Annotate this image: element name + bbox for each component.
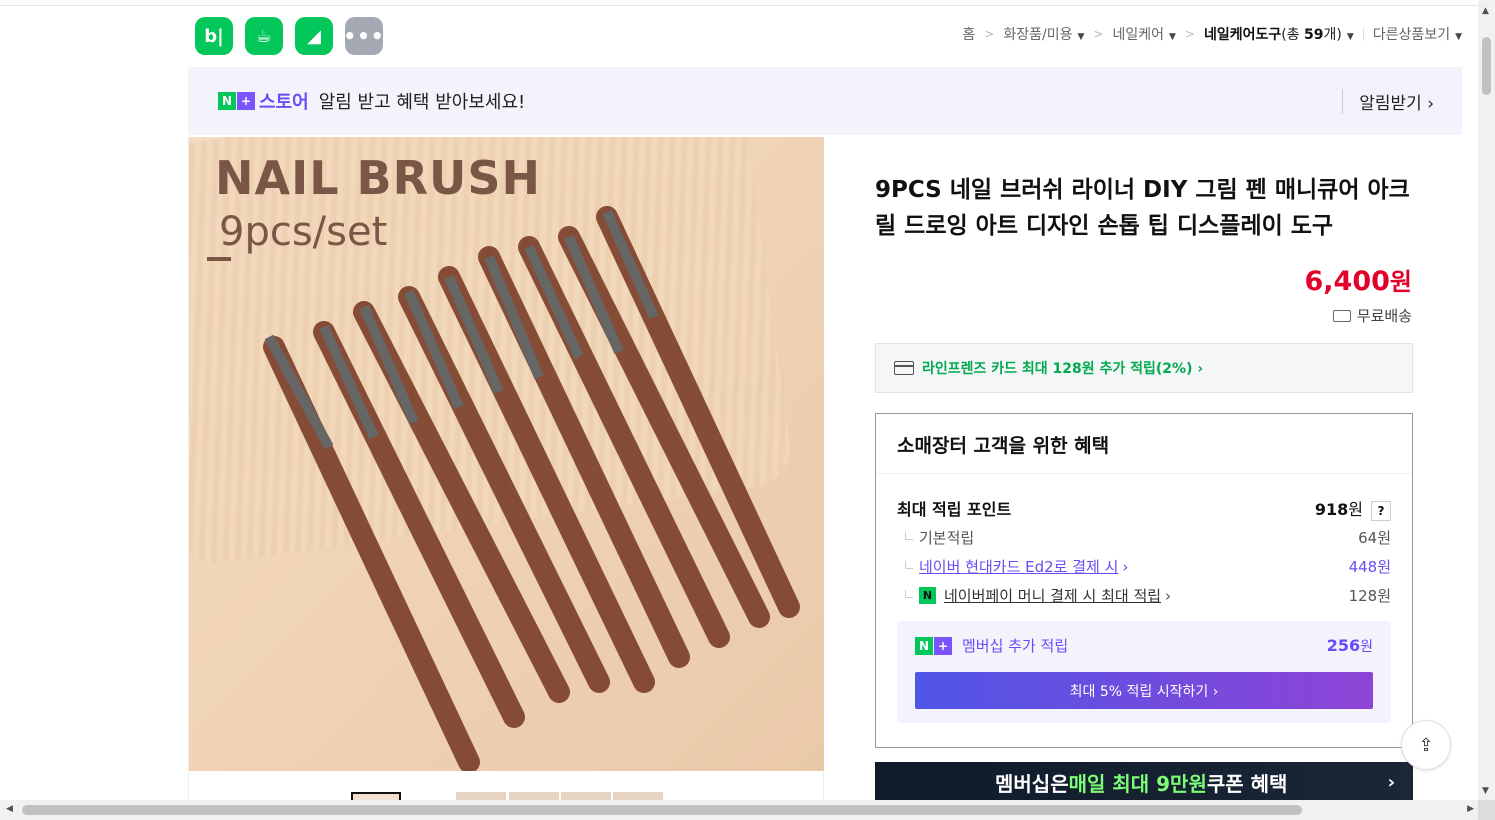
membership-label: 멤버십 추가 적립: [962, 637, 1069, 655]
scroll-left-icon[interactable]: ◀: [6, 804, 13, 814]
tree-branch-icon: [905, 531, 913, 540]
page: b| ☕ ◢ ••• 홈 > 화장품/미용 ▼ > 네일케어 ▼ > 네일케어도구(…: [0, 0, 1495, 820]
vertical-scrollbar[interactable]: ▲ ▼: [1478, 0, 1495, 800]
banner-text: 알림 받고 혜택 받아보세요!: [318, 92, 526, 113]
notification-banner: N + 스토어 알림 받고 혜택 받아보세요! 알림받기 ›: [188, 67, 1462, 135]
scrollbar-corner: [1478, 800, 1495, 820]
credit-card-icon: [894, 361, 914, 375]
more-icon[interactable]: •••: [343, 17, 384, 55]
product-price: 6,400원: [1304, 266, 1413, 297]
breadcrumb: 홈 > 화장품/미용 ▼ > 네일케어 ▼ > 네일케어도구(총 59개) ▼ 다른상…: [962, 24, 1462, 44]
scrollbar-thumb[interactable]: [22, 805, 1302, 815]
breadcrumb-category-2[interactable]: 네일케어 ▼: [1112, 24, 1175, 44]
chevron-right-icon: >: [984, 27, 995, 41]
product-title: 9PCS 네일 브러쉬 라이너 DIY 그림 펜 매니큐어 아크릴 드로잉 아트…: [875, 177, 1410, 239]
scroll-right-icon[interactable]: ▶: [1467, 804, 1474, 814]
brush-set: [263, 206, 800, 771]
card-promo-text: 라인프렌즈 카드 최대 128원 추가 적립(2%) ›: [922, 361, 1204, 377]
nplus-logo-icon: N +: [915, 636, 952, 655]
max-points-row: 최대 적립 포인트 918원?: [897, 496, 1391, 521]
chevron-right-icon: >: [1184, 27, 1195, 41]
breadcrumb-category-3[interactable]: 네일케어도구(총 59개) ▼: [1204, 24, 1354, 44]
caret-down-icon: ▼: [1455, 32, 1462, 42]
points-row: N 네이버페이 머니 결제 시 최대 적립 › 128원: [897, 585, 1391, 606]
thumbnail-strip: [188, 771, 824, 801]
membership-promo-banner[interactable]: 멤버십은 매일 최대 9만원 쿠폰 혜택 ›: [875, 762, 1413, 802]
share-icon: ⇪: [1418, 734, 1434, 756]
shipping-info: 무료배송: [1332, 305, 1412, 326]
shipping-text: 무료배송: [1356, 307, 1412, 325]
caret-down-icon: ▼: [1346, 32, 1354, 42]
blog-icon[interactable]: b|: [195, 17, 233, 55]
max-points-label: 최대 적립 포인트: [897, 500, 1012, 519]
points-row-value: 64원: [1358, 529, 1391, 547]
scroll-down-icon[interactable]: ▼: [1482, 786, 1489, 796]
points-row-value: 448원: [1348, 558, 1391, 576]
share-button[interactable]: ⇪: [1401, 720, 1451, 770]
chevron-right-icon: ›: [1165, 586, 1172, 605]
tree-branch-icon: [905, 560, 913, 569]
naverpay-link[interactable]: 네이버페이 머니 결제 시 최대 적립: [944, 585, 1161, 606]
chevron-right-icon: ›: [1122, 557, 1129, 576]
chevron-right-icon: ›: [1387, 771, 1395, 793]
points-row: 기본적립 64원: [897, 527, 1391, 548]
membership-box: N + 멤버십 추가 적립 256원 최대 5% 적립 시작하기 ›: [897, 621, 1391, 723]
breadcrumb-home[interactable]: 홈: [962, 24, 975, 44]
shopping-bookmark-icon[interactable]: ◢: [295, 17, 333, 55]
divider: [1362, 27, 1364, 41]
membership-value: 256원: [1326, 635, 1373, 655]
cafe-icon[interactable]: ☕: [245, 17, 283, 55]
product-image[interactable]: NAIL BRUSH 9pcs/set: [188, 137, 824, 771]
truck-icon: [1332, 309, 1351, 322]
caret-down-icon: ▼: [1168, 32, 1176, 42]
max-points-value: 918원?: [1315, 496, 1391, 521]
breadcrumb-category-1[interactable]: 화장품/미용 ▼: [1003, 24, 1084, 44]
membership-start-button[interactable]: 최대 5% 적립 시작하기 ›: [915, 672, 1373, 709]
caret-down-icon: ▼: [1077, 32, 1085, 42]
horizontal-scrollbar[interactable]: ◀ ▶: [0, 800, 1480, 820]
help-icon[interactable]: ?: [1371, 501, 1391, 521]
subscribe-alert-button[interactable]: 알림받기 ›: [1342, 89, 1434, 114]
chevron-right-icon: >: [1093, 27, 1104, 41]
naverpay-icon: N: [919, 587, 936, 604]
scrollbar-thumb[interactable]: [1482, 37, 1491, 95]
card-promo-box[interactable]: 라인프렌즈 카드 최대 128원 추가 적립(2%) ›: [875, 343, 1413, 393]
tree-branch-icon: [905, 589, 913, 598]
other-products-button[interactable]: 다른상품보기 ▼: [1373, 24, 1462, 44]
top-divider: [0, 5, 1480, 6]
store-logo-text: 스토어: [259, 92, 309, 113]
benefit-heading: 소매장터 고객을 위한 혜택: [876, 414, 1412, 474]
points-row-value: 128원: [1348, 587, 1391, 605]
hyundai-card-link[interactable]: 네이버 현대카드 Ed2로 결제 시: [919, 556, 1118, 577]
points-row: 네이버 현대카드 Ed2로 결제 시 › 448원: [897, 556, 1391, 577]
app-shortcuts: b| ☕ ◢ •••: [195, 17, 384, 55]
scroll-up-icon[interactable]: ▲: [1482, 6, 1489, 16]
benefit-panel: 소매장터 고객을 위한 혜택 최대 적립 포인트 918원? 기본적립 64원 …: [875, 413, 1413, 748]
nplus-logo-icon: N +: [218, 92, 255, 110]
points-row-label: 기본적립: [919, 529, 975, 547]
brushes-illustration: [263, 206, 800, 771]
